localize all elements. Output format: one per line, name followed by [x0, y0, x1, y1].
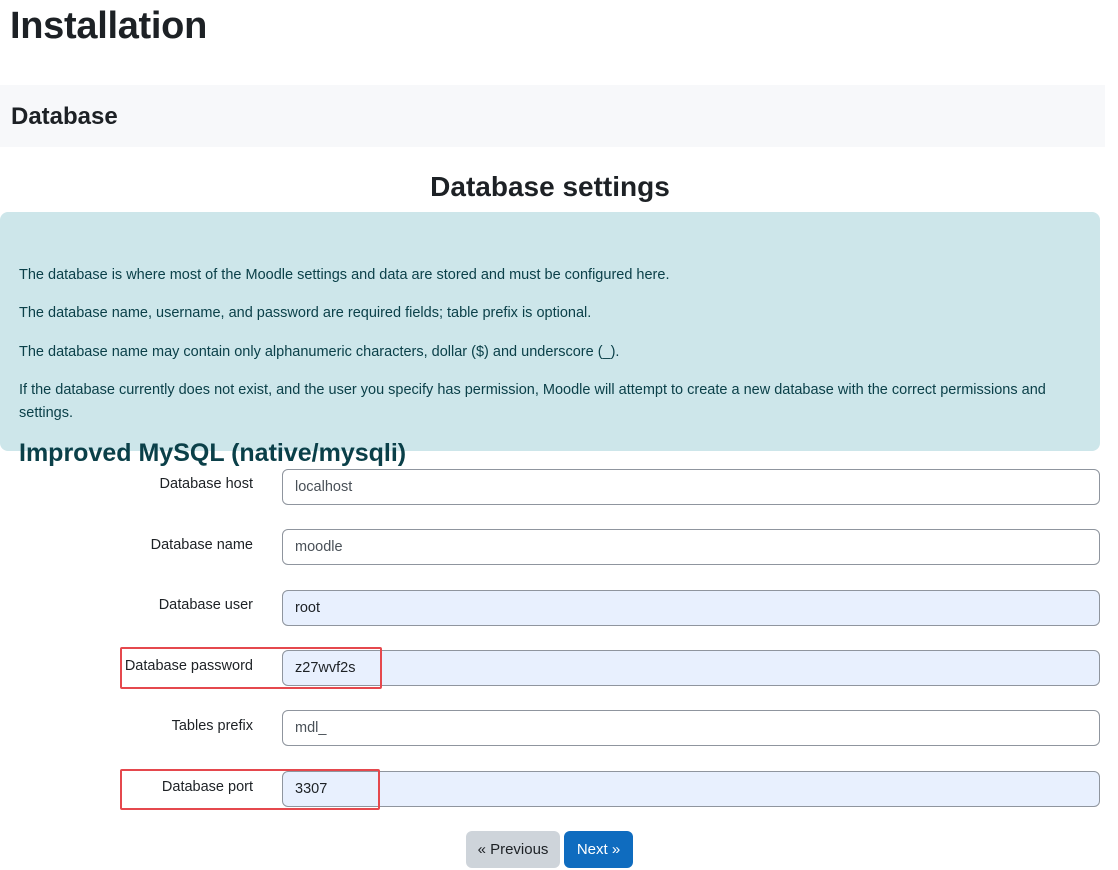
- form-row-tables-prefix: Tables prefix: [0, 710, 1105, 750]
- db-password-input[interactable]: [282, 650, 1100, 686]
- installation-page: Installation Database Database settings …: [0, 0, 1118, 870]
- form-row-db-user: Database user: [0, 590, 1105, 630]
- previous-button[interactable]: « Previous: [466, 831, 560, 868]
- info-paragraph: The database name may contain only alpha…: [19, 344, 620, 360]
- tables-prefix-label: Tables prefix: [171, 718, 253, 734]
- tables-prefix-input[interactable]: [282, 710, 1100, 746]
- section-header: Database: [0, 85, 1105, 147]
- form-row-db-port: Database port: [0, 771, 1105, 811]
- db-host-input[interactable]: [282, 469, 1100, 505]
- db-port-label: Database port: [161, 779, 253, 795]
- db-name-input[interactable]: [282, 529, 1100, 565]
- form-row-db-name: Database name: [0, 529, 1105, 569]
- driver-heading: Improved MySQL (native/mysqli): [19, 439, 407, 467]
- info-paragraph: If the database currently does not exist…: [19, 382, 1046, 421]
- info-paragraph: The database name, username, and passwor…: [19, 305, 592, 321]
- db-host-label: Database host: [159, 476, 253, 492]
- page-title: Installation: [10, 5, 207, 47]
- form-row-db-host: Database host: [0, 469, 1105, 509]
- db-user-input[interactable]: [282, 590, 1100, 626]
- db-port-input[interactable]: [282, 771, 1100, 807]
- settings-title: Database settings: [430, 171, 670, 202]
- info-paragraph: The database is where most of the Moodle…: [19, 267, 670, 283]
- form-row-db-password: Database password: [0, 650, 1105, 690]
- info-box: Improved MySQL (native/mysqli) The datab…: [0, 212, 1100, 467]
- next-button[interactable]: Next »: [564, 831, 633, 868]
- section-title: Database: [11, 103, 118, 130]
- db-name-label: Database name: [150, 537, 253, 553]
- db-password-label: Database password: [124, 658, 253, 674]
- db-user-label: Database user: [158, 597, 253, 613]
